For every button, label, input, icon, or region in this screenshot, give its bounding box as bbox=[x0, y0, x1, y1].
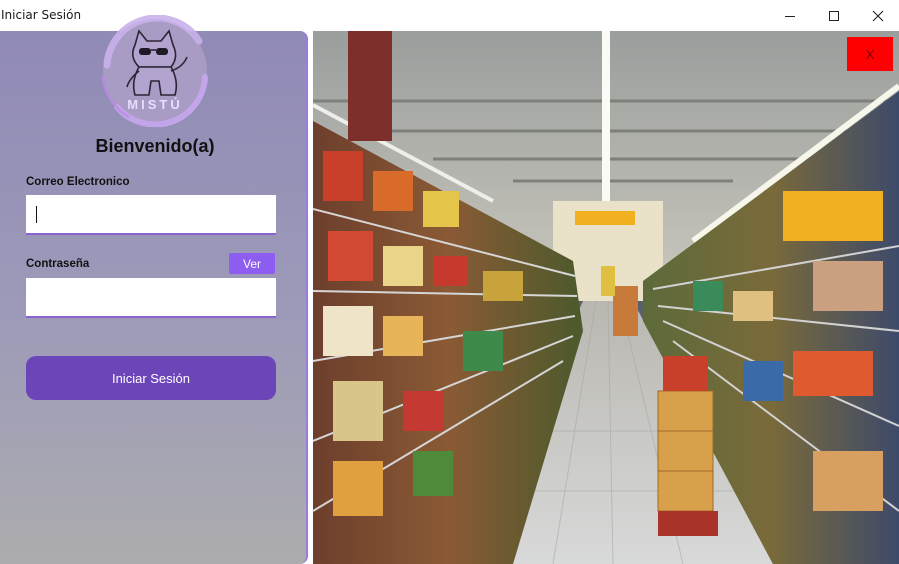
maximize-button[interactable] bbox=[811, 0, 857, 31]
supermarket-aisle-image bbox=[313, 31, 899, 564]
minimize-button[interactable] bbox=[767, 0, 813, 31]
maximize-icon bbox=[829, 10, 839, 21]
email-field[interactable] bbox=[26, 195, 276, 235]
close-window-button[interactable] bbox=[855, 0, 899, 31]
welcome-heading: Bienvenido(a) bbox=[95, 136, 215, 156]
close-icon bbox=[872, 10, 884, 21]
login-button[interactable]: Iniciar Sesión bbox=[26, 356, 276, 400]
text-caret bbox=[36, 206, 37, 223]
window-title: Iniciar Sesión bbox=[1, 8, 82, 22]
email-label: Correo Electronico bbox=[26, 176, 130, 188]
minimize-icon bbox=[785, 15, 795, 17]
mistu-logo: MISTÚ bbox=[101, 15, 208, 127]
password-field[interactable] bbox=[26, 278, 276, 318]
close-banner-button[interactable]: X bbox=[847, 37, 893, 71]
show-password-button[interactable]: Ver bbox=[229, 253, 275, 274]
password-label: Contraseña bbox=[26, 258, 90, 270]
logo-brand-text: MISTÚ bbox=[127, 97, 182, 112]
